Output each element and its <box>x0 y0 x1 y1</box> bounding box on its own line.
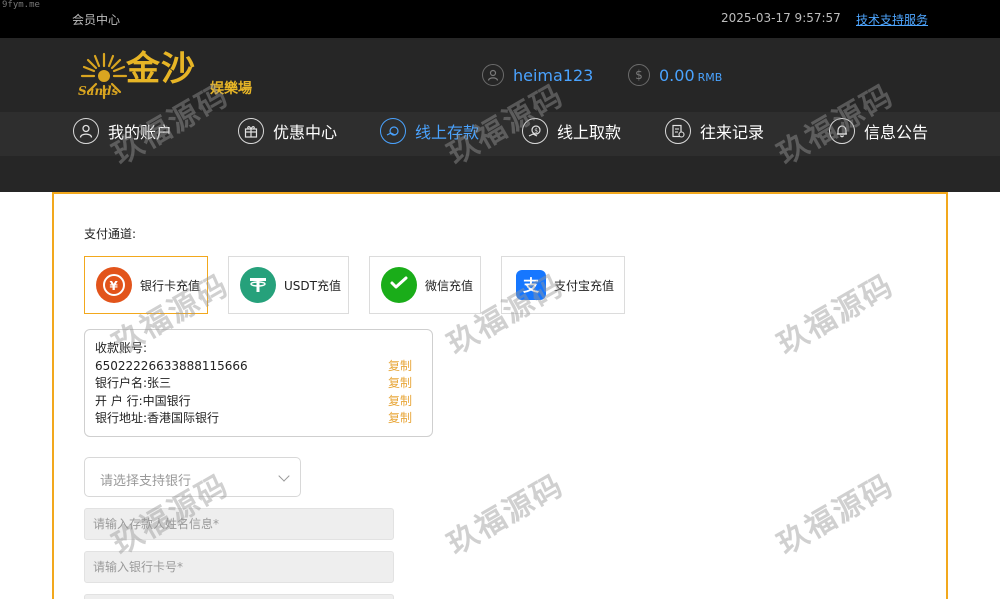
nav-label: 优惠中心 <box>273 123 338 142</box>
nav-label: 我的账户 <box>108 123 173 142</box>
payment-option-label: 银行卡充值 <box>140 278 201 293</box>
payment-option-usdt[interactable]: USDT充值 <box>228 256 349 314</box>
logo-sands-text: Sands <box>78 84 119 98</box>
svg-text:支: 支 <box>522 276 540 295</box>
payment-option-wechat[interactable]: 微信充值 <box>369 256 481 314</box>
depositor-name-input[interactable] <box>84 508 394 540</box>
account-title: 收款账号: <box>95 341 148 355</box>
logo-chinese-text: 金沙 <box>126 49 196 89</box>
bank-card-icon: ¥ <box>96 267 132 303</box>
wechat-icon <box>381 267 417 303</box>
bank-select[interactable]: 请选择支持银行 <box>84 457 301 497</box>
user-info: heima123 <box>482 64 593 86</box>
deposit-icon <box>380 118 406 144</box>
usdt-icon <box>240 267 276 303</box>
payment-option-alipay[interactable]: 支 支付宝充值 <box>501 256 625 314</box>
bank-card-number-input[interactable] <box>84 551 394 583</box>
username: heima123 <box>513 65 594 85</box>
balance: 0.00 RMB <box>659 66 722 85</box>
svg-text:$: $ <box>534 127 538 134</box>
payment-option-bank-card[interactable]: ¥ 银行卡充值 <box>84 256 208 314</box>
records-icon <box>665 118 691 144</box>
logo-subtitle: 娱樂場 <box>210 81 252 97</box>
nav-item-online-deposit[interactable]: 线上存款 <box>380 118 479 144</box>
alipay-icon: 支 <box>516 270 546 300</box>
copy-account-address-button[interactable]: 复制 <box>388 410 412 428</box>
nav-item-online-withdraw[interactable]: $ 线上取款 <box>522 118 621 144</box>
nav-label: 往来记录 <box>700 123 765 142</box>
account-holder: 银行户名:张三 <box>95 376 172 390</box>
nav-label: 线上存款 <box>415 123 480 142</box>
balance-amount: 0.00 <box>659 65 695 85</box>
nav-label: 信息公告 <box>864 123 929 142</box>
account-number: 65022226633888115666 <box>95 358 248 373</box>
copy-account-holder-button[interactable]: 复制 <box>388 375 412 393</box>
balance-info: $ 0.00 RMB <box>628 64 722 86</box>
bell-icon <box>829 118 855 144</box>
bank-select-placeholder: 请选择支持银行 <box>100 474 192 489</box>
account-info-box: 收款账号: 65022226633888115666 复制 银行户名:张三 复制… <box>84 329 433 437</box>
payment-option-label: USDT充值 <box>284 278 341 293</box>
payment-channel-label: 支付通道: <box>84 227 137 241</box>
member-center-label: 会员中心 <box>72 13 121 27</box>
account-number-row: 65022226633888115666 复制 <box>95 358 422 376</box>
header: Sands 金沙 娱樂場 heima123 $ 0.00 RMB 我的账户 优惠中… <box>0 38 1000 192</box>
account-address: 银行地址:香港国际银行 <box>95 411 220 425</box>
user-icon <box>73 118 99 144</box>
nav-item-my-account[interactable]: 我的账户 <box>73 118 172 144</box>
copy-account-bank-button[interactable]: 复制 <box>388 393 412 411</box>
gift-icon <box>238 118 264 144</box>
user-avatar-icon <box>482 64 504 86</box>
datetime: 2025-03-17 9:57:57 <box>721 11 841 25</box>
nav-item-records[interactable]: 往来记录 <box>665 118 764 144</box>
additional-input[interactable] <box>84 594 394 599</box>
dollar-icon: $ <box>628 64 650 86</box>
site-tag: 9fym.me <box>2 0 40 10</box>
main-nav: 我的账户 优惠中心 线上存款 $ 线上取款 往来记录 信息公告 <box>0 118 1000 148</box>
svg-text:¥: ¥ <box>110 279 119 293</box>
withdraw-icon: $ <box>522 118 548 144</box>
payment-option-label: 微信充值 <box>425 278 474 293</box>
nav-label: 线上取款 <box>557 123 622 142</box>
chevron-down-icon <box>278 470 290 482</box>
account-bank-row: 开 户 行:中国银行 复制 <box>95 393 422 411</box>
nav-item-promotions[interactable]: 优惠中心 <box>238 118 337 144</box>
copy-account-number-button[interactable]: 复制 <box>388 358 412 376</box>
account-address-row: 银行地址:香港国际银行 复制 <box>95 410 422 428</box>
payment-option-label: 支付宝充值 <box>554 278 615 293</box>
account-holder-row: 银行户名:张三 复制 <box>95 375 422 393</box>
account-bank: 开 户 行:中国银行 <box>95 393 191 408</box>
support-link[interactable]: 技术支持服务 <box>856 11 928 28</box>
top-bar: 会员中心 2025-03-17 9:57:57 技术支持服务 <box>0 0 1000 38</box>
balance-currency: RMB <box>697 70 723 84</box>
nav-item-announcements[interactable]: 信息公告 <box>829 118 928 144</box>
